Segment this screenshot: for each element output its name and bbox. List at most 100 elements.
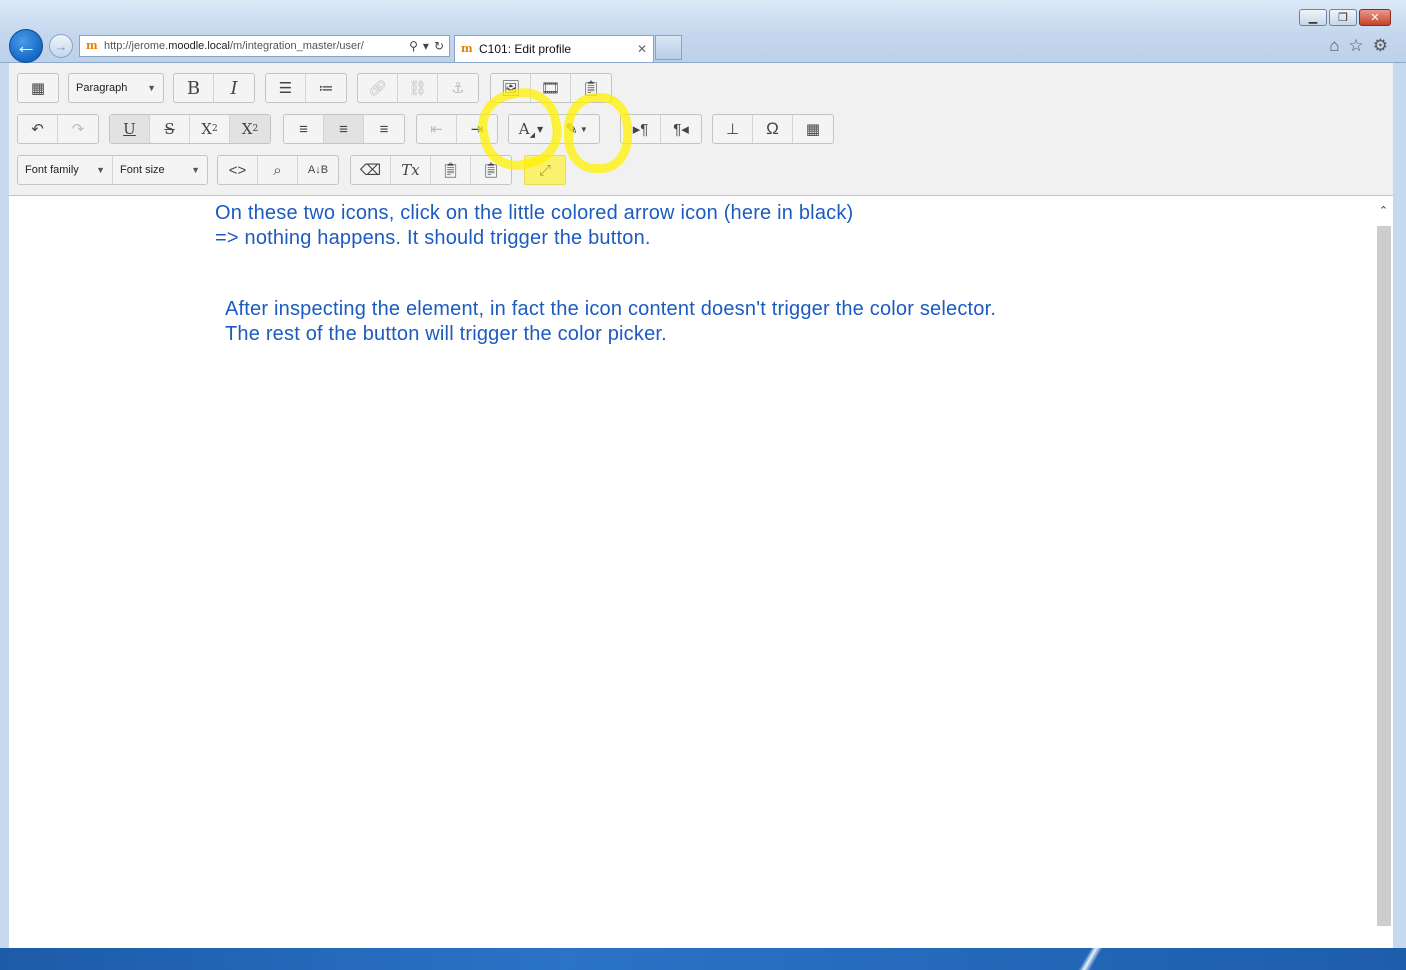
refresh-icon[interactable]: ↻ <box>434 39 444 53</box>
table-icon[interactable]: ▦ <box>793 115 833 143</box>
page-break-icon[interactable]: ⊥ <box>713 115 753 143</box>
font-select-group: Font family ▼ Font size ▼ <box>17 155 208 185</box>
tab-edit-profile[interactable]: m C101: Edit profile ✕ <box>454 35 654 62</box>
special-char-icon[interactable]: Ω <box>753 115 793 143</box>
text-color-arrow-icon[interactable]: ▼ <box>537 125 543 134</box>
search-replace-icon[interactable]: ⌕ <box>258 156 298 184</box>
align-center-icon[interactable]: ≡ <box>324 115 364 143</box>
home-icon[interactable]: ⌂ <box>1329 36 1339 56</box>
close-tab-icon[interactable]: ✕ <box>637 42 647 56</box>
rtl-icon[interactable]: ¶◂ <box>661 115 701 143</box>
align-left-icon[interactable]: ≡ <box>284 115 324 143</box>
back-arrow-icon: ← <box>15 33 37 58</box>
taskbar-gleam <box>1070 948 1110 970</box>
align-right-icon[interactable]: ≡ <box>364 115 404 143</box>
clear-formatting-icon[interactable]: Tx <box>391 156 431 184</box>
clean-html-icon[interactable]: ⌫ <box>351 156 391 184</box>
anchor-icon[interactable]: ⚓︎ <box>438 74 478 102</box>
forward-button[interactable]: → <box>49 34 73 58</box>
strikethrough-icon[interactable]: S <box>150 115 190 143</box>
bold-italic-group: B I <box>173 73 255 103</box>
toggle-toolbar-icon[interactable]: ▦ <box>18 74 58 102</box>
minimize-button[interactable]: ▁ <box>1299 9 1327 26</box>
background-color-button[interactable]: ✎ ▼ <box>554 115 599 143</box>
bold-icon[interactable]: B <box>174 74 214 102</box>
browser-window: ▁ ❐ ✕ ← → m http://jerome.moodle.local/m… <box>0 0 1406 948</box>
code-search-group: <> ⌕ A↓B <box>217 155 339 185</box>
close-window-button[interactable]: ✕ <box>1359 9 1391 26</box>
indent-group: ⇤ ⇥ <box>416 114 498 144</box>
note-1-line-1: On these two icons, click on the little … <box>215 202 854 224</box>
font-family-label: Font family <box>25 164 79 176</box>
note-2-line-2: The rest of the button will trigger the … <box>225 323 667 345</box>
outdent-icon[interactable]: ⇤ <box>417 115 457 143</box>
ltr-icon[interactable]: ▸¶ <box>621 115 661 143</box>
undo-icon[interactable]: ↶ <box>18 115 58 143</box>
background-color-arrow-icon[interactable]: ▼ <box>580 125 588 134</box>
alignment-group: ≡ ≡ ≡ <box>283 114 405 144</box>
indent-icon[interactable]: ⇥ <box>457 115 497 143</box>
image-icon[interactable]: 🖼︎ <box>491 74 531 102</box>
search-icon[interactable]: ⚲ <box>409 39 418 53</box>
toolbar-toggle-group: ▦ <box>17 73 59 103</box>
note-paragraph-1: On these two icons, click on the little … <box>215 201 853 251</box>
scroll-up-icon[interactable]: ⌃ <box>1376 200 1391 220</box>
text-color-button[interactable]: A◢ ▼ <box>509 115 554 143</box>
superscript-icon[interactable]: X2 <box>230 115 270 143</box>
numbered-list-icon[interactable]: ≔ <box>306 74 346 102</box>
list-group: ☰ ≔ <box>265 73 347 103</box>
chevron-down-icon: ▼ <box>147 83 156 93</box>
paragraph-select[interactable]: Paragraph ▼ <box>69 74 163 102</box>
favorites-star-icon[interactable]: ☆ <box>1349 36 1364 56</box>
chevron-down-icon: ▼ <box>191 165 200 175</box>
paragraph-select-label: Paragraph <box>76 82 128 94</box>
underline-icon[interactable]: U <box>110 115 150 143</box>
fullscreen-icon[interactable]: ⤢ <box>525 156 565 184</box>
font-size-select[interactable]: Font size ▼ <box>113 156 207 184</box>
settings-gear-icon[interactable]: ⚙ <box>1373 36 1388 56</box>
media-icon[interactable]: 🎞︎ <box>531 74 571 102</box>
moodle-favicon-icon: m <box>461 42 473 55</box>
font-size-label: Font size <box>120 164 165 176</box>
paste-word-icon[interactable]: 📋︎ <box>471 156 511 184</box>
link-group: 🔗︎ ⛓ ⚓︎ <box>357 73 479 103</box>
insert-group: ⊥ Ω ▦ <box>712 114 834 144</box>
font-family-select[interactable]: Font family ▼ <box>18 156 113 184</box>
clean-paste-group: ⌫ Tx 📋︎ 📋︎ <box>350 155 512 185</box>
paste-text-icon[interactable]: 📋︎ <box>431 156 471 184</box>
dropdown-icon[interactable]: ▾ <box>423 39 429 53</box>
new-tab-button[interactable] <box>655 35 682 60</box>
forward-arrow-icon: → <box>54 38 68 54</box>
italic-icon[interactable]: I <box>214 74 254 102</box>
editor-content-area[interactable]: On these two icons, click on the little … <box>9 196 1393 948</box>
subscript-icon[interactable]: X2 <box>190 115 230 143</box>
scrollbar-thumb[interactable] <box>1377 226 1391 926</box>
window-controls: ▁ ❐ ✕ <box>1299 9 1391 26</box>
undo-redo-group: ↶ ↷ <box>17 114 99 144</box>
source-code-icon[interactable]: <> <box>218 156 258 184</box>
editor-toolbar: ▦ Paragraph ▼ B I ☰ ≔ 🔗︎ ⛓ ⚓︎ 🖼︎ 🎞︎ 📋︎ ↶… <box>9 63 1393 196</box>
note-2-line-1: After inspecting the element, in fact th… <box>225 298 997 320</box>
browser-chrome: ▁ ❐ ✕ ← → m http://jerome.moodle.local/m… <box>0 0 1406 63</box>
vertical-scrollbar[interactable]: ⌃ <box>1376 200 1391 935</box>
address-url: http://jerome.moodle.local/m/integration… <box>104 40 364 52</box>
browser-tools: ⌂ ☆ ⚙ <box>1329 36 1388 56</box>
fullscreen-group: ⤢ <box>524 155 566 185</box>
link-icon[interactable]: 🔗︎ <box>358 74 398 102</box>
address-bar[interactable]: m http://jerome.moodle.local/m/integrati… <box>79 35 450 57</box>
text-style-group: U S X2 X2 <box>109 114 271 144</box>
media-group: 🖼︎ 🎞︎ 📋︎ <box>490 73 612 103</box>
chevron-down-icon: ▼ <box>96 165 105 175</box>
maximize-button[interactable]: ❐ <box>1329 9 1357 26</box>
bullet-list-icon[interactable]: ☰ <box>266 74 306 102</box>
note-1-line-2: => nothing happens. It should trigger th… <box>215 227 651 249</box>
unlink-icon[interactable]: ⛓ <box>398 74 438 102</box>
spellcheck-icon[interactable]: A↓B <box>298 156 338 184</box>
manage-files-icon[interactable]: 📋︎ <box>571 74 611 102</box>
direction-group: ▸¶ ¶◂ <box>620 114 702 144</box>
taskbar <box>0 948 1406 970</box>
redo-icon[interactable]: ↷ <box>58 115 98 143</box>
background-color-icon: ✎ <box>565 121 578 138</box>
back-button[interactable]: ← <box>9 29 43 63</box>
moodle-favicon-icon: m <box>86 39 98 52</box>
